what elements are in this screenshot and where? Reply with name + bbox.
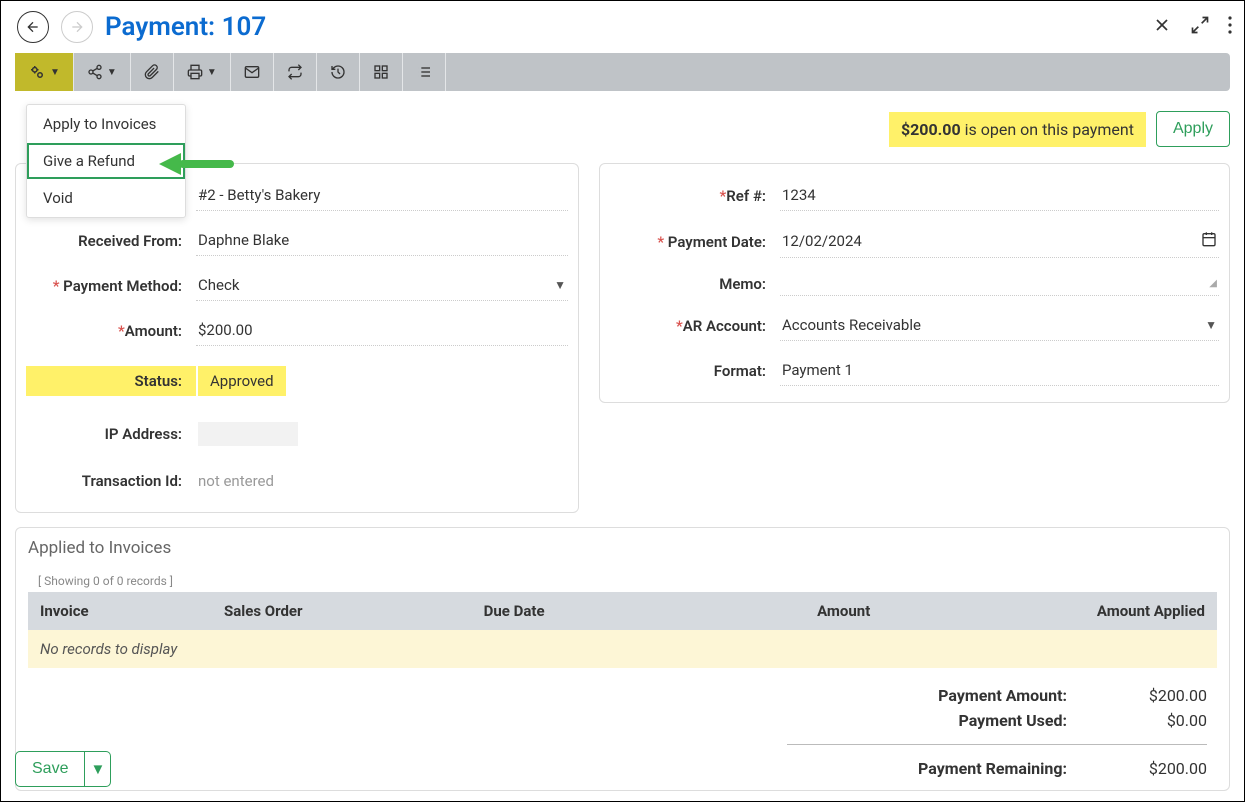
received-from-field[interactable]: Daphne Blake	[196, 225, 568, 256]
toolbar: ▼ ▼ ▼	[15, 53, 1230, 91]
forward-button[interactable]	[61, 11, 93, 43]
transfer-button[interactable]	[274, 53, 317, 91]
annotation-arrow	[159, 153, 239, 175]
print-button[interactable]: ▼	[174, 53, 231, 91]
email-button[interactable]	[231, 53, 274, 91]
page-header: Payment: 107	[1, 1, 1244, 53]
ar-account-select[interactable]: Accounts Receivable ▼	[780, 310, 1219, 341]
menu-apply-invoices[interactable]: Apply to Invoices	[27, 105, 185, 143]
status-value: Approved	[196, 360, 568, 402]
menu-void[interactable]: Void	[27, 179, 185, 217]
chevron-down-icon: ▼	[554, 278, 566, 292]
totals-divider	[787, 744, 1207, 745]
col-sales-order[interactable]: Sales Order	[212, 592, 472, 630]
chevron-down-icon: ▼	[1205, 318, 1217, 332]
save-dropdown-button[interactable]: ▼	[85, 751, 111, 787]
expand-icon[interactable]	[1190, 15, 1210, 39]
col-invoice[interactable]: Invoice	[28, 592, 212, 630]
payment-used-label: Payment Used:	[867, 711, 1067, 730]
applied-title: Applied to Invoices	[28, 538, 1217, 558]
close-icon[interactable]	[1152, 15, 1172, 39]
transaction-id-value: not entered	[196, 466, 568, 496]
amount-label: *Amount:	[26, 322, 196, 340]
payment-used-value: $0.00	[1127, 711, 1207, 730]
list-button[interactable]	[403, 53, 446, 91]
transaction-id-label: Transaction Id:	[26, 472, 196, 490]
payment-method-select[interactable]: Check ▼	[196, 270, 568, 301]
records-note: [ Showing 0 of 0 records ]	[28, 570, 1217, 592]
ip-address-label: IP Address:	[26, 425, 196, 443]
status-label: Status:	[26, 366, 196, 396]
invoice-table: Invoice Sales Order Due Date Amount Amou…	[28, 592, 1217, 668]
col-amount-applied[interactable]: Amount Applied	[882, 592, 1217, 630]
header-left: Payment: 107	[17, 11, 266, 43]
footer: Save ▼	[15, 751, 111, 787]
share-button[interactable]: ▼	[74, 53, 131, 91]
apply-button[interactable]: Apply	[1156, 111, 1230, 147]
history-button[interactable]	[317, 53, 360, 91]
payment-date-label: * Payment Date:	[610, 233, 780, 251]
ar-account-label: *AR Account:	[610, 317, 780, 335]
banner-row: $200.00 is open on this payment Apply	[15, 111, 1230, 147]
memo-field[interactable]	[780, 272, 1219, 296]
payment-remaining-value: $200.00	[1127, 759, 1207, 778]
format-field[interactable]: Payment 1	[780, 355, 1219, 386]
save-button[interactable]: Save	[15, 751, 85, 787]
qr-button[interactable]	[360, 53, 403, 91]
col-amount[interactable]: Amount	[687, 592, 883, 630]
calendar-icon[interactable]	[1201, 231, 1217, 251]
amount-field[interactable]: $200.00	[196, 315, 568, 346]
open-payment-banner: $200.00 is open on this payment	[889, 112, 1146, 147]
right-panel: *Ref #: 1234 * Payment Date: 12/02/2024 …	[599, 163, 1230, 403]
back-button[interactable]	[17, 11, 49, 43]
payment-amount-label: Payment Amount:	[867, 686, 1067, 705]
attachment-button[interactable]	[131, 53, 174, 91]
more-icon[interactable]	[1228, 15, 1232, 39]
actions-menu-button[interactable]: ▼	[15, 53, 74, 91]
applied-invoices-panel: Applied to Invoices [ Showing 0 of 0 rec…	[15, 527, 1230, 791]
memo-label: Memo:	[610, 275, 780, 293]
format-label: Format:	[610, 362, 780, 380]
banner-amount: $200.00	[901, 120, 961, 139]
col-due-date[interactable]: Due Date	[472, 592, 687, 630]
payment-method-label: * Payment Method:	[26, 277, 196, 295]
banner-text: is open on this payment	[965, 120, 1134, 139]
payment-date-field[interactable]: 12/02/2024	[780, 225, 1219, 258]
ref-field[interactable]: 1234	[780, 180, 1219, 211]
page-title: Payment: 107	[105, 12, 266, 42]
ip-address-value	[196, 416, 568, 452]
payment-amount-value: $200.00	[1127, 686, 1207, 705]
ref-label: *Ref #:	[610, 187, 780, 205]
received-from-label: Received From:	[26, 232, 196, 250]
form-panels: *Customer: #2 - Betty's Bakery Received …	[1, 163, 1244, 513]
empty-message: No records to display	[28, 630, 1217, 668]
header-right	[1152, 15, 1232, 39]
customer-field[interactable]: #2 - Betty's Bakery	[196, 180, 568, 211]
payment-remaining-label: Payment Remaining:	[867, 759, 1067, 778]
totals: Payment Amount: $200.00 Payment Used: $0…	[28, 686, 1217, 778]
